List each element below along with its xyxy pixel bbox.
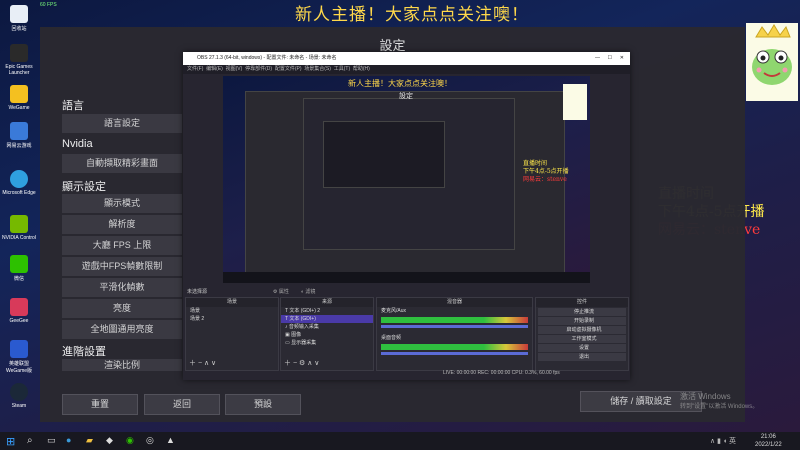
menu-profile[interactable]: 配置文件(P) [275,66,302,72]
menu-tools[interactable]: 工具(T) [334,66,350,72]
controls-dock-title: 控件 [536,298,628,307]
menu-file[interactable]: 文件(F) [183,66,203,72]
obs-taskbar-icon[interactable]: ◎ [146,435,154,446]
windows-activation-watermark: 激活 Windows 转到"设置"以激活 Windows。 [680,392,759,410]
menu-help[interactable]: 帮助(H) [353,66,370,72]
filters-icon[interactable]: ◐ 滤镜 [301,288,315,295]
lobby-fps-item[interactable]: 大廳 FPS 上限 [62,236,182,255]
exit-button[interactable]: 退出 [538,353,626,361]
nvidia-icon[interactable]: NVIDIA Control [2,215,36,241]
studio-mode-button[interactable]: 工作室模式 [538,335,626,343]
display-mode-item[interactable]: 顯示模式 [62,194,182,213]
league-icon[interactable]: 英雄联盟 WeGame版 [2,340,36,374]
source-item[interactable]: ♪ 音频输入采集 [281,323,373,331]
windows-start-icon[interactable]: ⊞ [6,435,15,448]
mixer-track-name: 麦克风/Aux [381,308,407,314]
obs-preview-canvas[interactable]: 新人主播！大家点点关注噢！ 設定 直播时间 下午4点-5点开播 网易云：sten… [223,76,590,283]
clock[interactable]: 21:06 2022/1/22 [755,433,782,449]
epic-games-icon[interactable]: Epic Games Launcher [2,44,36,76]
sources-dock: 来源 T 文本 (GDI+) 2 T 文本 (GDI+) ♪ 音频输入采集 ▣ … [280,297,374,371]
preview-banner: 新人主播！大家点点关注噢！ [348,79,452,88]
menu-docks[interactable]: 停靠部件(D) [245,66,272,72]
edge-taskbar-icon[interactable]: ● [66,435,71,445]
back-button[interactable]: 返回 [144,394,220,415]
recycle-bin-icon[interactable]: 回收站 [2,5,36,32]
source-bar-label: 未选择源 [187,289,208,295]
virtual-camera-button[interactable]: 启动虚拟摄像机 [538,326,626,334]
properties-gear-icon[interactable]: ⚙ 属性 [273,288,289,295]
wechat-icon[interactable]: 微信 [2,255,36,282]
windows-taskbar: ⊞ ⌕ ▭ ● ▰ ◆ ◉ ◎ ▲ ∧ ▮ ◖ 英 21:06 2022/1/2… [0,432,800,450]
scene-controls[interactable]: ＋ − ∧ ∨ [189,358,216,368]
scenes-dock-title: 场景 [186,298,278,307]
maximize-icon[interactable]: ☐ [608,52,612,65]
resolution-item[interactable]: 解析度 [62,215,182,234]
source-item[interactable]: ▭ 显示器采集 [281,339,373,347]
volume-slider[interactable] [381,325,528,328]
section-display: 顯示設定 [62,181,106,193]
game-taskbar-icon[interactable]: ▲ [166,435,175,445]
preview-schedule: 直播时间 下午4点-5点开播 网易云：stenve [523,160,569,183]
volume-meter [381,344,528,350]
nvidia-highlights-item[interactable]: 自動擷取精彩畫面 [62,154,182,173]
section-nvidia: Nvidia [62,138,93,150]
source-item[interactable]: ▣ 图像 [281,331,373,339]
explorer-taskbar-icon[interactable]: ▰ [86,435,93,446]
mixer-dock: 混音器 麦克风/Aux 桌面音频 [376,297,533,371]
close-icon[interactable]: ✕ [620,52,624,65]
section-language: 語言 [62,100,84,112]
app-taskbar-icon[interactable]: ◆ [106,435,113,446]
default-button[interactable]: 預設 [225,394,301,415]
scene-item[interactable]: 场景 [186,307,278,315]
menu-scene-collection[interactable]: 场景集合(S) [304,66,331,72]
wechat-taskbar-icon[interactable]: ◉ [126,435,134,446]
netease-cloud-game-icon[interactable]: 网易云游戏 [2,122,36,149]
stream-banner: 新人主播！大家点点关注噢！ [295,5,529,25]
language-setting-item[interactable]: 語言設定 [62,114,182,133]
scene-item[interactable]: 场景 2 [186,315,278,323]
task-view-icon[interactable]: ▭ [47,435,56,446]
wegame-icon[interactable]: WeGame [2,85,36,111]
obs-menubar: 文件(F) 编辑(E) 视图(V) 停靠部件(D) 配置文件(P) 场景集合(S… [183,65,630,74]
brightness-item[interactable]: 亮度 [62,299,182,318]
preview-settings-title: 設定 [399,93,413,100]
fps-counter: 60 FPS [40,2,57,8]
render-scale-item[interactable]: 渲染比例 [62,359,182,371]
menu-view[interactable]: 视图(V) [226,66,243,72]
sources-dock-title: 来源 [281,298,373,307]
mixer-track-name: 桌面音频 [381,335,402,341]
frog-avatar [746,23,798,101]
smooth-frames-item[interactable]: 平滑化幀數 [62,278,182,297]
source-controls[interactable]: ＋ − ⚙ ∧ ∨ [284,358,319,368]
search-icon[interactable]: ⌕ [27,435,33,446]
settings-button[interactable]: 设置 [538,344,626,352]
volume-meter [381,317,528,323]
obs-status-bar: LIVE: 00:00:00 REC: 00:00:00 CPU: 0.3%, … [443,370,560,376]
source-item-selected[interactable]: T 文本 (GDI+) [281,315,373,323]
source-item[interactable]: T 文本 (GDI+) 2 [281,307,373,315]
volume-slider[interactable] [381,352,528,355]
stop-stream-button[interactable]: 停止推流 [538,308,626,316]
geegee-icon[interactable]: GeeGee [2,298,36,324]
preview-taskbar [223,272,590,283]
obs-window: OBS 27.1.3 (64-bit, windows) - 配置文件: 未命名… [183,52,630,380]
steam-icon[interactable]: Steam [2,383,36,409]
edge-icon[interactable]: Microsoft Edge [2,170,36,196]
obs-title: OBS 27.1.3 (64-bit, windows) - 配置文件: 未命名… [197,55,337,61]
scenes-dock: 场景 场景 场景 2 ＋ − ∧ ∨ [185,297,279,371]
controls-dock: 控件 停止推流 开始录制 启动虚拟摄像机 工作室模式 设置 退出 [535,297,629,371]
obs-titlebar: OBS 27.1.3 (64-bit, windows) - 配置文件: 未命名… [183,52,630,65]
mixer-dock-title: 混音器 [377,298,532,307]
start-recording-button[interactable]: 开始录制 [538,317,626,325]
global-brightness-item[interactable]: 全地圖通用亮度 [62,320,182,339]
menu-edit[interactable]: 编辑(E) [206,66,223,72]
nested-inner-preview [323,121,445,188]
minimize-icon[interactable]: — [595,52,600,65]
preview-frog-avatar [563,84,587,120]
ingame-fps-item[interactable]: 遊戲中FPS幀數限制 [62,257,182,276]
restore-button[interactable]: 重置 [62,394,138,415]
section-advanced: 進階設置 [62,346,106,358]
tray-icons[interactable]: ∧ ▮ ◖ 英 [710,436,736,446]
